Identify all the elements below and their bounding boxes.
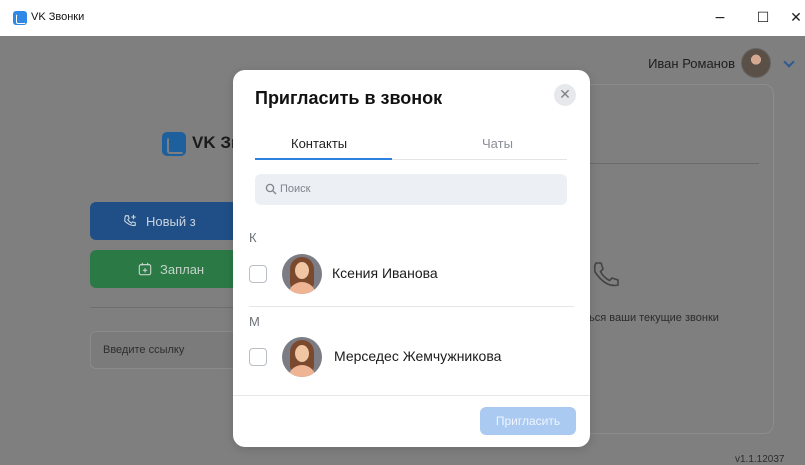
close-icon[interactable]: ✕ <box>554 84 576 106</box>
minimize-button[interactable]: − <box>710 8 730 28</box>
calendar-plus-icon <box>138 262 152 276</box>
schedule-call-button[interactable]: Заплан <box>90 250 240 288</box>
invite-dialog: Пригласить в звонок ✕ Контакты Чаты Поис… <box>233 70 590 447</box>
divider <box>589 163 759 164</box>
contact-row[interactable]: Ксения Иванова <box>249 251 574 297</box>
dialog-title: Пригласить в звонок <box>255 88 443 108</box>
vk-logo-icon <box>162 132 186 156</box>
divider <box>90 307 240 308</box>
contact-name: Мерседес Жемчужникова <box>334 348 502 364</box>
window-title: VK Звонки <box>31 11 85 23</box>
section-letter: К <box>249 230 257 245</box>
phone-plus-icon <box>124 214 136 227</box>
phone-icon <box>593 262 619 287</box>
schedule-call-label: Заплан <box>160 261 205 277</box>
vk-calls-logo-icon <box>13 11 27 25</box>
avatar <box>282 337 322 377</box>
new-call-label: Новый з <box>146 213 196 229</box>
tab-contacts[interactable]: Контакты <box>291 136 347 151</box>
contact-row[interactable]: Мерседес Жемчужникова <box>249 334 574 380</box>
search-icon <box>265 183 277 195</box>
tab-divider <box>392 159 567 160</box>
link-input[interactable]: Введите ссылку <box>90 331 240 369</box>
user-menu[interactable]: Иван Романов <box>648 48 795 78</box>
invite-button[interactable]: Пригласить <box>480 407 576 435</box>
current-calls-text: ться ваши текущие звонки <box>584 312 719 324</box>
close-window-button[interactable]: ✕ <box>786 8 805 28</box>
section-letter: М <box>249 314 260 329</box>
contact-checkbox[interactable] <box>249 348 267 366</box>
chevron-down-icon[interactable] <box>783 56 795 68</box>
search-input[interactable]: Поиск <box>255 174 567 205</box>
maximize-button[interactable]: ☐ <box>753 8 773 28</box>
active-tab-indicator <box>255 158 392 160</box>
version-label: v1.1.12037 <box>735 454 785 465</box>
search-placeholder: Поиск <box>280 183 311 195</box>
divider <box>233 395 590 396</box>
user-name: Иван Романов <box>648 55 735 71</box>
user-avatar[interactable] <box>741 48 771 78</box>
new-call-button[interactable]: Новый з <box>90 202 240 240</box>
contact-checkbox[interactable] <box>249 265 267 283</box>
tab-chats[interactable]: Чаты <box>482 136 513 151</box>
contact-name: Ксения Иванова <box>332 265 438 281</box>
title-bar: VK Звонки − ☐ ✕ <box>0 0 805 36</box>
avatar <box>282 254 322 294</box>
divider <box>249 306 574 307</box>
